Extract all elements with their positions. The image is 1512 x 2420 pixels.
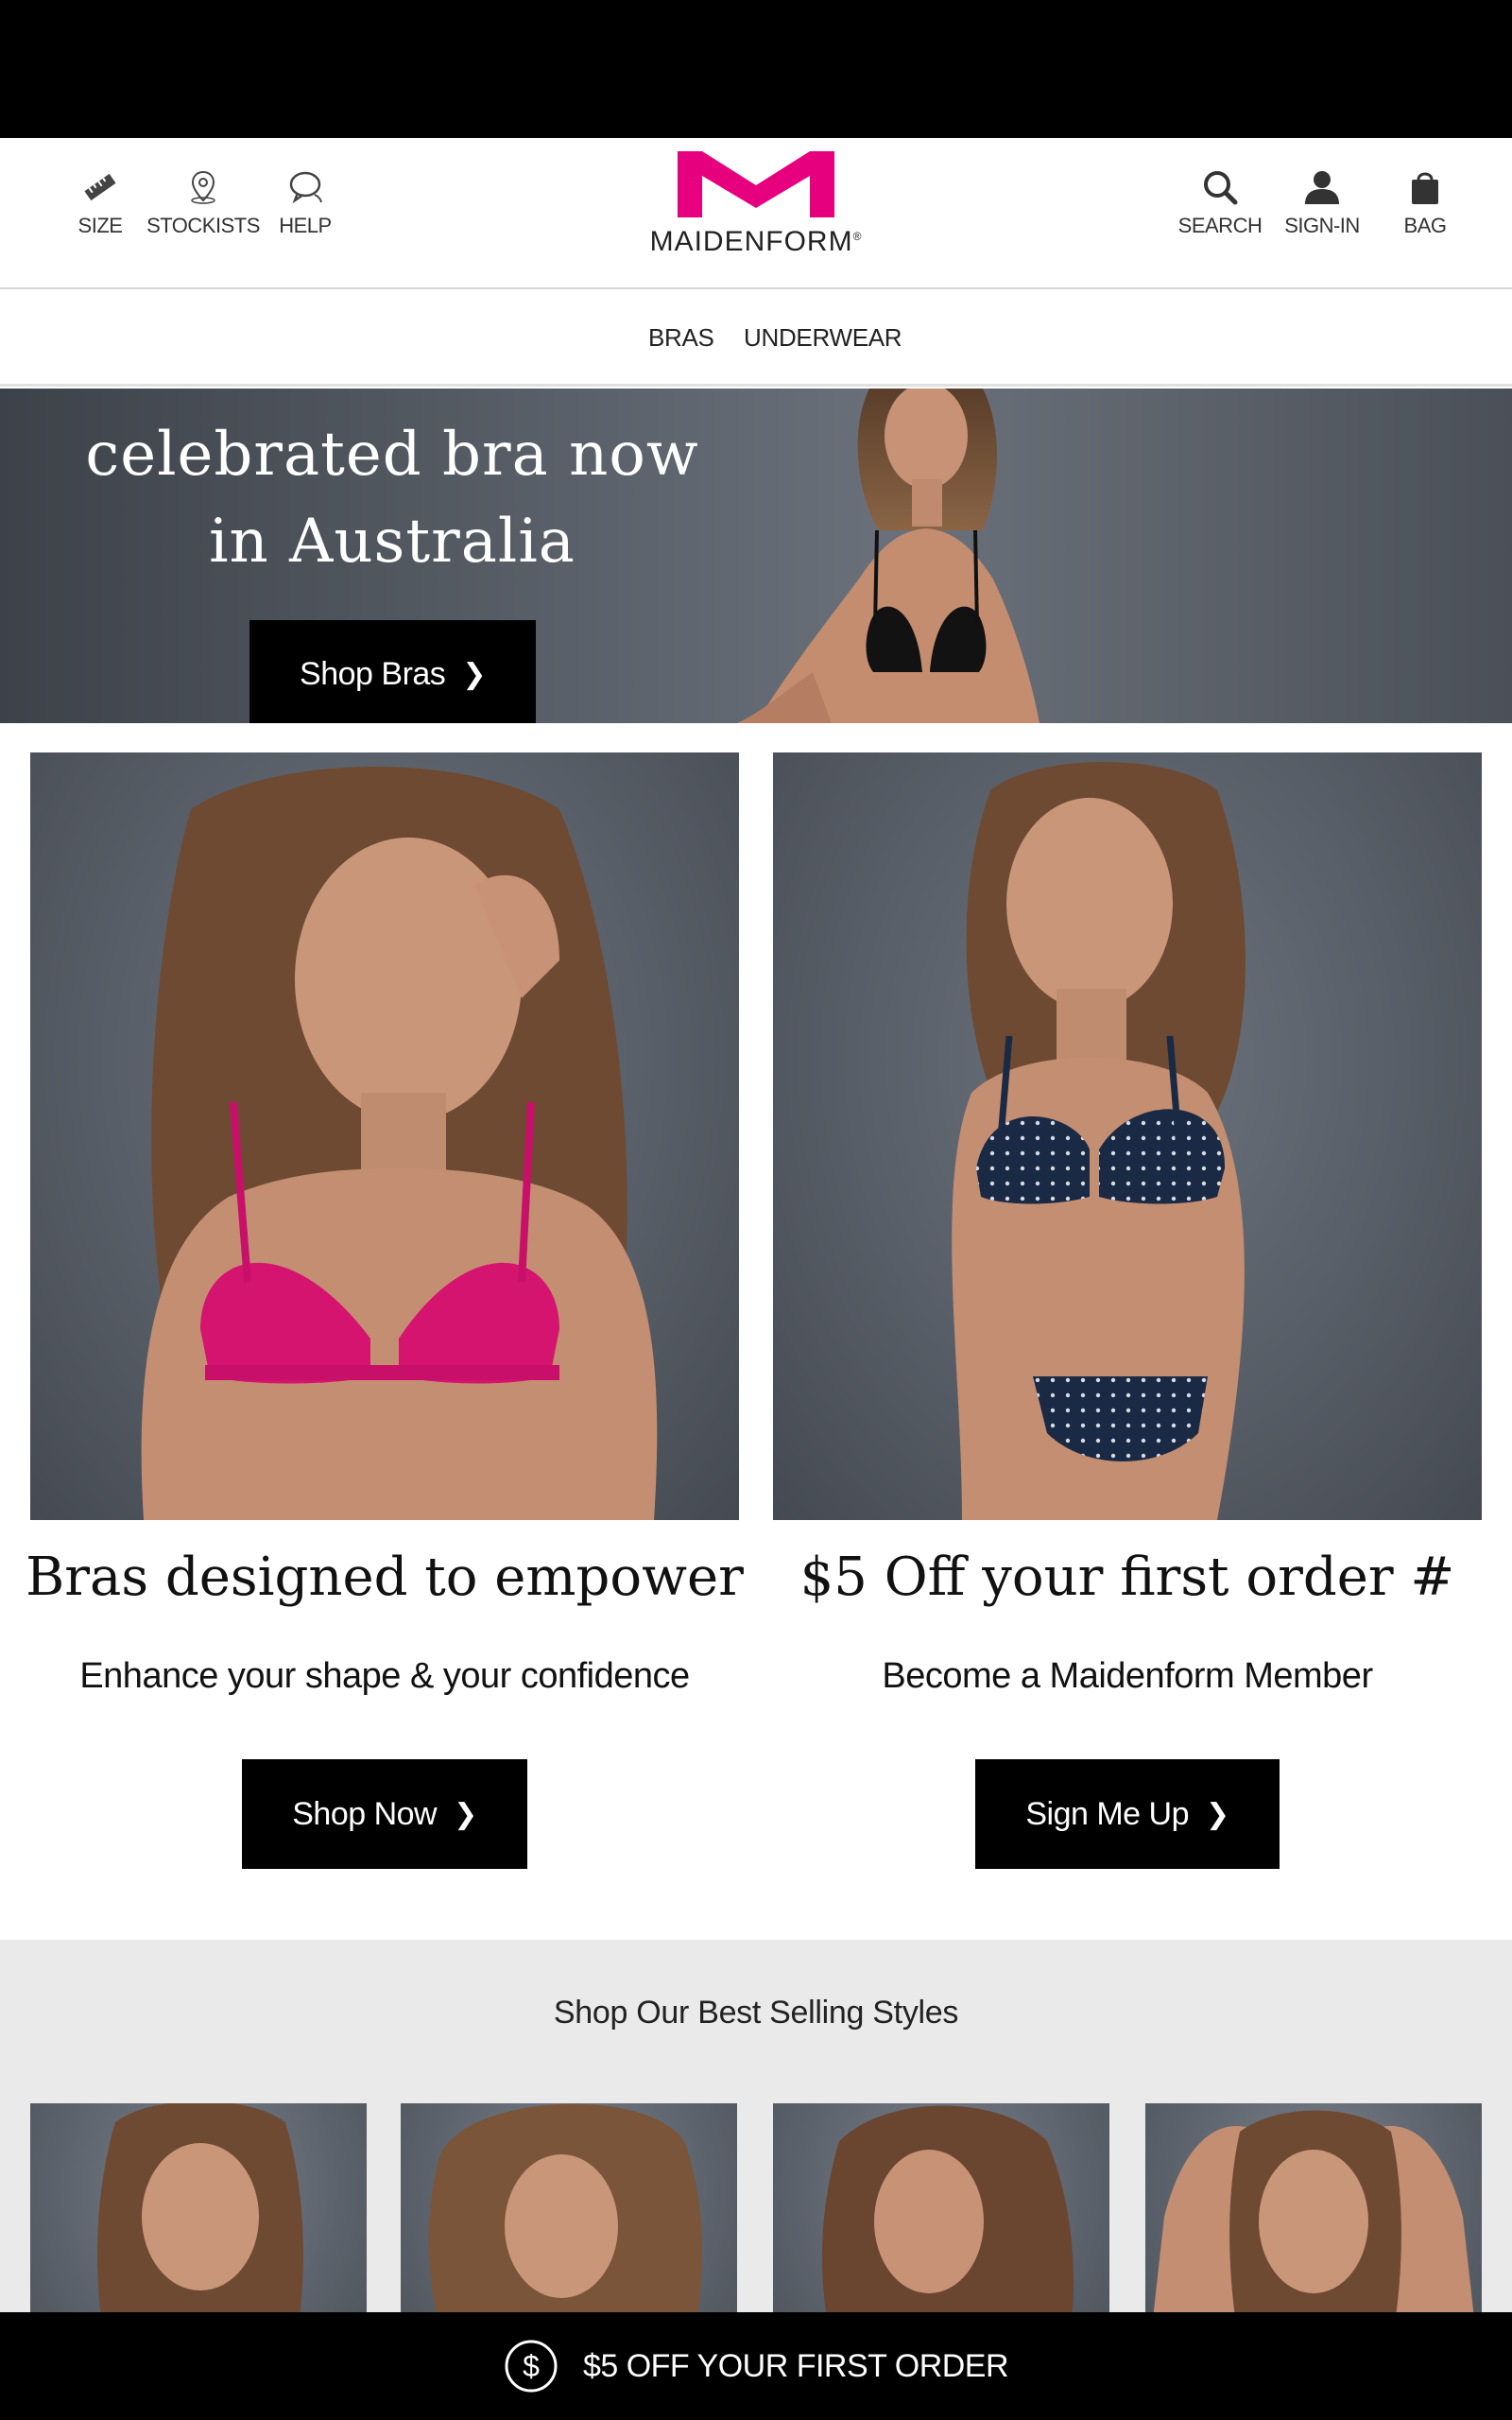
promo-tile-bras-title: Bras designed to empower: [26, 1547, 744, 1608]
model-polka-dot-bra-image: [952, 762, 1246, 1520]
hero-headline-line-2: in Australia: [209, 507, 576, 577]
hero-banner[interactable]: celebrated bra now in Australia Shop Bra…: [0, 389, 1512, 723]
help-label: HELP: [279, 214, 332, 237]
size-label: SIZE: [77, 214, 123, 237]
svg-text:$: $: [523, 2349, 540, 2383]
sign-me-up-button-label: Sign Me Up: [1025, 1795, 1189, 1832]
chat-bubbles-icon: [289, 171, 322, 204]
nav-item-bras[interactable]: BRAS: [648, 323, 714, 353]
bag-link[interactable]: BAG: [1368, 168, 1482, 238]
promo-tile-member-image[interactable]: [773, 752, 1482, 1520]
promo-bar-text: $5 OFF YOUR FIRST ORDER: [582, 2347, 1009, 2384]
site-header: SIZE STOCKISTS HELP MAIDENFORM® SEARCH S…: [0, 138, 1512, 289]
shop-bras-button-label: Shop Bras: [300, 656, 446, 692]
user-icon: [1305, 171, 1339, 204]
size-link[interactable]: SIZE: [43, 168, 157, 238]
shop-now-button-label: Shop Now: [292, 1795, 438, 1832]
search-link[interactable]: SEARCH: [1163, 168, 1277, 238]
bag-label: BAG: [1403, 214, 1447, 237]
chevron-right-icon: ❯: [454, 1798, 477, 1830]
stockists-link[interactable]: STOCKISTS: [146, 168, 260, 238]
logo-wordmark: MAIDENFORM®: [649, 226, 863, 257]
promo-tile-member-title: $5 Off your first order #: [799, 1547, 1455, 1608]
promo-tile-bras-image[interactable]: [30, 752, 739, 1520]
chevron-right-icon: ❯: [462, 659, 486, 690]
location-pin-icon: [191, 170, 215, 204]
shop-now-button[interactable]: Shop Now ❯: [242, 1759, 527, 1869]
dollar-circle-icon: $: [505, 2340, 558, 2393]
hero-model-image: [737, 389, 1040, 723]
search-icon: [1204, 171, 1238, 205]
promo-tile-bras-subtitle: Enhance your shape & your confidence: [79, 1656, 690, 1696]
shopping-bag-icon: [1412, 172, 1438, 204]
ruler-icon: [84, 173, 116, 201]
main-nav: BRAS UNDERWEAR: [0, 289, 1512, 387]
nav-item-underwear[interactable]: UNDERWEAR: [744, 323, 902, 353]
stockists-label: STOCKISTS: [146, 214, 260, 237]
search-label: SEARCH: [1177, 214, 1263, 237]
promo-tile-member-subtitle: Become a Maidenform Member: [882, 1656, 1373, 1696]
status-bar: [0, 0, 1512, 138]
model-pink-bra-image: [141, 767, 658, 1520]
help-link[interactable]: HELP: [249, 168, 362, 238]
first-order-promo-bar[interactable]: $ $5 OFF YOUR FIRST ORDER: [0, 2312, 1512, 2420]
hero-headline: celebrated bra now in Australia: [57, 411, 728, 585]
maidenform-m-mark-icon: [678, 151, 834, 217]
sign-in-label: SIGN-IN: [1284, 214, 1360, 237]
best-sellers-title: Shop Our Best Selling Styles: [553, 1995, 959, 2031]
maidenform-logo[interactable]: MAIDENFORM®: [643, 151, 869, 258]
shop-bras-button[interactable]: Shop Bras ❯: [249, 620, 536, 723]
hero-headline-line-1: celebrated bra now: [85, 420, 699, 490]
sign-me-up-button[interactable]: Sign Me Up ❯: [975, 1759, 1280, 1869]
sign-in-link[interactable]: SIGN-IN: [1265, 168, 1379, 238]
chevron-right-icon: ❯: [1206, 1798, 1229, 1830]
